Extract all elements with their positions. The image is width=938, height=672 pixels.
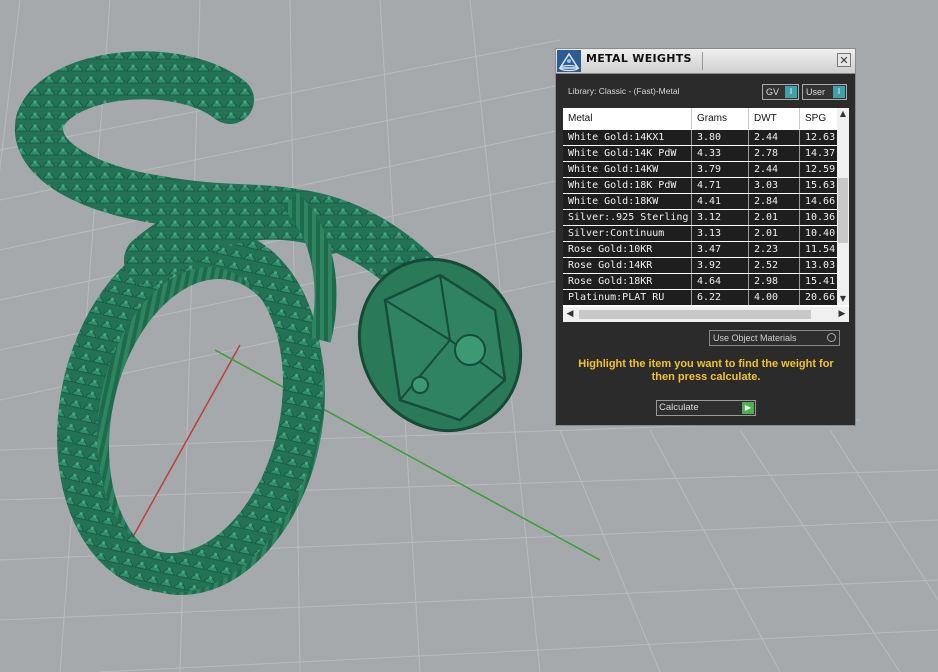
table-cell: 15.41 <box>805 276 836 287</box>
close-button[interactable]: ✕ <box>837 53 851 67</box>
table-cell: 6.22 <box>692 290 749 305</box>
table-cell: 3.92 <box>692 258 749 273</box>
table-cell: 14.37 <box>805 148 836 159</box>
scroll-up-icon[interactable]: ▲ <box>837 108 849 120</box>
scroll-left-icon[interactable]: ◀ <box>563 307 577 322</box>
vertical-scrollbar[interactable]: ▲ ▼ <box>837 108 849 305</box>
use-object-materials-label: Use Object Materials <box>713 333 797 343</box>
table-cell: 12.63 <box>805 132 836 143</box>
column-header-dwt[interactable]: DWT <box>749 108 800 129</box>
metal-weights-panel: METAL WEIGHTS ✕ Library: Classic - (Fast… <box>555 48 856 426</box>
table-cell: 11.54 <box>805 244 836 255</box>
table-row[interactable]: Rose Gold:18KR 4.64 2.98 15.41 <box>563 274 837 289</box>
play-arrow-icon: ▶ <box>742 402 754 414</box>
table-cell: 10.40 <box>805 228 836 239</box>
use-object-materials-option[interactable]: Use Object Materials <box>709 330 840 346</box>
table-cell: Silver:.925 Sterling <box>563 210 692 225</box>
vertical-scroll-thumb[interactable] <box>838 178 848 243</box>
table-cell: 2.23 <box>749 242 800 257</box>
table-cell: 4.41 <box>692 194 749 209</box>
table-cell: 4.64 <box>692 274 749 289</box>
table-cell: 3.47 <box>692 242 749 257</box>
table-cell: 2.98 <box>749 274 800 289</box>
table-header: Metal Grams DWT SPG <box>563 108 837 129</box>
table-cell: 10.36 <box>805 212 836 223</box>
table-cell: Rose Gold:18KR <box>563 274 692 289</box>
table-cell: Rose Gold:14KR <box>563 258 692 273</box>
table-body: White Gold:14KX1 3.80 2.44 12.63 White Gold:… <box>563 130 837 305</box>
table-cell: 2.44 <box>749 130 800 145</box>
table-cell: 2.01 <box>749 210 800 225</box>
table-cell: 2.52 <box>749 258 800 273</box>
table-cell: White Gold:18K PdW <box>563 178 692 193</box>
table-row[interactable]: White Gold:14KW 3.79 2.44 12.59 <box>563 162 837 177</box>
calculate-label: Calculate <box>659 402 699 413</box>
table-row[interactable]: White Gold:18K PdW 4.71 3.03 15.63 <box>563 178 837 193</box>
table-cell: White Gold:18KW <box>563 194 692 209</box>
table-cell: 4.71 <box>692 178 749 193</box>
title-divider <box>702 52 703 70</box>
library-label: Library: Classic - (Fast)-Metal <box>568 86 680 96</box>
table-cell: 3.79 <box>692 162 749 177</box>
close-icon: ✕ <box>839 54 849 67</box>
table-cell: White Gold:14K PdW <box>563 146 692 161</box>
table-cell: 2.78 <box>749 146 800 161</box>
table-cell: Rose Gold:10KR <box>563 242 692 257</box>
radio-icon[interactable] <box>827 333 836 342</box>
table-cell: 2.44 <box>749 162 800 177</box>
table-cell: Silver:Continuum <box>563 226 692 241</box>
instructions-text: Highlight the item you want to find the … <box>578 358 834 383</box>
table-cell: 4.33 <box>692 146 749 161</box>
table-cell: 3.80 <box>692 130 749 145</box>
table-cell: 4.00 <box>749 290 800 305</box>
table-row[interactable]: Rose Gold:14KR 3.92 2.52 13.03 <box>563 258 837 273</box>
table-cell: 3.12 <box>692 210 749 225</box>
table-row[interactable]: Platinum:PLAT RU 6.22 4.00 20.66 <box>563 290 837 305</box>
panel-titlebar[interactable]: METAL WEIGHTS ✕ <box>556 49 855 74</box>
table-cell: 15.63 <box>805 180 836 191</box>
table-cell: 2.84 <box>749 194 800 209</box>
table-cell: White Gold:14KX1 <box>563 130 692 145</box>
table-cell: 2.01 <box>749 226 800 241</box>
table-cell: 20.66 <box>805 292 836 303</box>
table-row[interactable]: Rose Gold:10KR 3.47 2.23 11.54 <box>563 242 837 257</box>
table-row[interactable]: White Gold:18KW 4.41 2.84 14.66 <box>563 194 837 209</box>
app-logo-icon <box>557 50 581 72</box>
table-cell: 3.03 <box>749 178 800 193</box>
table-row[interactable]: White Gold:14K PdW 4.33 2.78 14.37 <box>563 146 837 161</box>
table-cell: 3.13 <box>692 226 749 241</box>
metals-table: Metal Grams DWT SPG White Gold:14KX1 3.80… <box>563 108 849 322</box>
panel-title: METAL WEIGHTS <box>586 52 692 65</box>
scroll-down-icon[interactable]: ▼ <box>837 293 849 305</box>
gv-toggle-label: GV <box>766 87 780 97</box>
calculate-button[interactable]: Calculate ▶ <box>656 400 756 416</box>
gv-toggle[interactable]: GV I <box>762 84 799 100</box>
table-cell: 12.59 <box>805 164 836 175</box>
toggle-knob-icon: I <box>833 86 845 98</box>
user-toggle[interactable]: User I <box>802 84 847 100</box>
table-row[interactable]: Silver:.925 Sterling 3.12 2.01 10.36 <box>563 210 837 225</box>
table-cell: 13.03 <box>805 260 836 271</box>
table-cell: White Gold:14KW <box>563 162 692 177</box>
column-header-spg[interactable]: SPG <box>800 108 837 129</box>
toggle-knob-icon: I <box>785 86 797 98</box>
horizontal-scrollbar[interactable]: ◀ ▶ <box>563 307 849 322</box>
table-row[interactable]: Silver:Continuum 3.13 2.01 10.40 <box>563 226 837 241</box>
horizontal-scroll-thumb[interactable] <box>579 310 811 319</box>
table-cell: 14.66 <box>805 196 836 207</box>
user-toggle-label: User <box>806 87 826 97</box>
column-header-metal[interactable]: Metal <box>563 108 692 129</box>
scroll-right-icon[interactable]: ▶ <box>835 307 849 322</box>
column-header-grams[interactable]: Grams <box>692 108 749 129</box>
table-cell: Platinum:PLAT RU <box>563 290 692 305</box>
table-row[interactable]: White Gold:14KX1 3.80 2.44 12.63 <box>563 130 837 145</box>
